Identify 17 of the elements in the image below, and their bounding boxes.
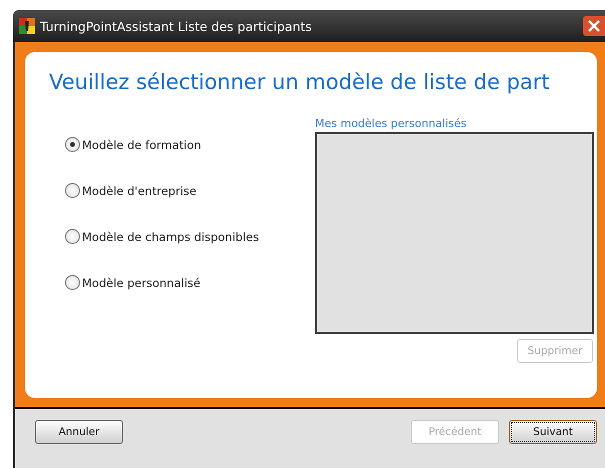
option-label[interactable]: Modèle personnalisé [82, 276, 200, 290]
app-icon [19, 18, 35, 34]
custom-templates-label: Mes modèles personnalisés [315, 117, 468, 130]
close-icon [588, 20, 600, 32]
window-title: TurningPointAssistant Liste des participants [40, 18, 313, 34]
radio-button[interactable] [65, 229, 80, 244]
page-heading: Veuillez sélectionner un modèle de liste de part [49, 69, 551, 94]
next-button[interactable]: Suivant [509, 420, 597, 444]
radio-button[interactable] [65, 183, 80, 198]
close-button[interactable] [583, 16, 605, 36]
templates-list[interactable] [315, 132, 594, 334]
option-label[interactable]: Modèle de formation [82, 138, 202, 152]
radio-button[interactable] [65, 275, 80, 290]
radio-button[interactable] [65, 137, 80, 152]
option-label[interactable]: Modèle d'entreprise [82, 184, 196, 198]
cancel-button[interactable]: Annuler [35, 420, 123, 444]
option-label[interactable]: Modèle de champs disponibles [82, 230, 259, 244]
